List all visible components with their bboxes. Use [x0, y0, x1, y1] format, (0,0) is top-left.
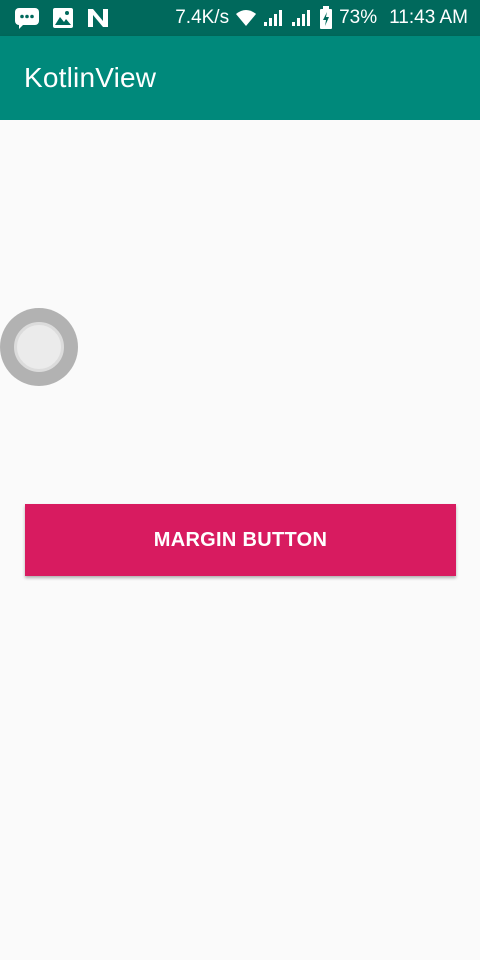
app-bar: KotlinView	[0, 36, 480, 120]
status-bar-notifications	[14, 7, 110, 29]
battery-charging-icon	[319, 6, 333, 30]
page-title: KotlinView	[24, 62, 157, 93]
wifi-icon	[235, 9, 257, 27]
clock: 11:43 AM	[389, 7, 468, 28]
radio-button-inner	[14, 322, 64, 372]
status-bar: 7.4K/s 73% 11:43 AM	[0, 0, 480, 36]
signal-icon	[263, 9, 285, 27]
battery-percent: 73%	[339, 7, 378, 28]
status-bar-system: 7.4K/s 73% 11:43 AM	[175, 6, 468, 30]
margin-button[interactable]: MARGIN BUTTON	[25, 504, 456, 576]
network-speed: 7.4K/s	[175, 7, 230, 28]
main-content: MARGIN BUTTON	[0, 120, 480, 960]
n-logo-icon	[86, 7, 110, 29]
image-icon	[52, 7, 74, 29]
signal-icon-2	[291, 9, 313, 27]
message-icon	[14, 7, 40, 29]
radio-button[interactable]	[0, 308, 78, 386]
